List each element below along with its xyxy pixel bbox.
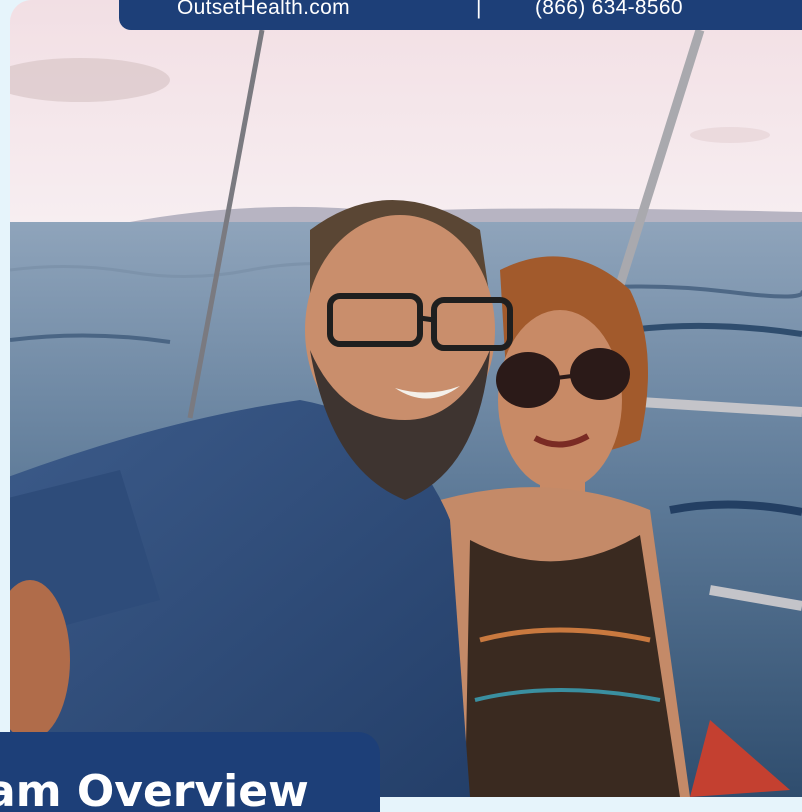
website-link[interactable]: OutsetHealth.com	[177, 0, 350, 20]
header-separator: |	[476, 0, 482, 19]
page-title: am Overview	[0, 766, 309, 812]
title-banner: am Overview	[0, 732, 380, 812]
phone-number-link[interactable]: (866) 634-8560	[535, 0, 683, 20]
hero-photo	[10, 0, 802, 797]
hero-photo-illustration	[10, 0, 802, 797]
cloud	[690, 127, 770, 143]
contact-header-bar: OutsetHealth.com | (866) 634-8560	[119, 0, 802, 30]
sky	[10, 0, 802, 225]
